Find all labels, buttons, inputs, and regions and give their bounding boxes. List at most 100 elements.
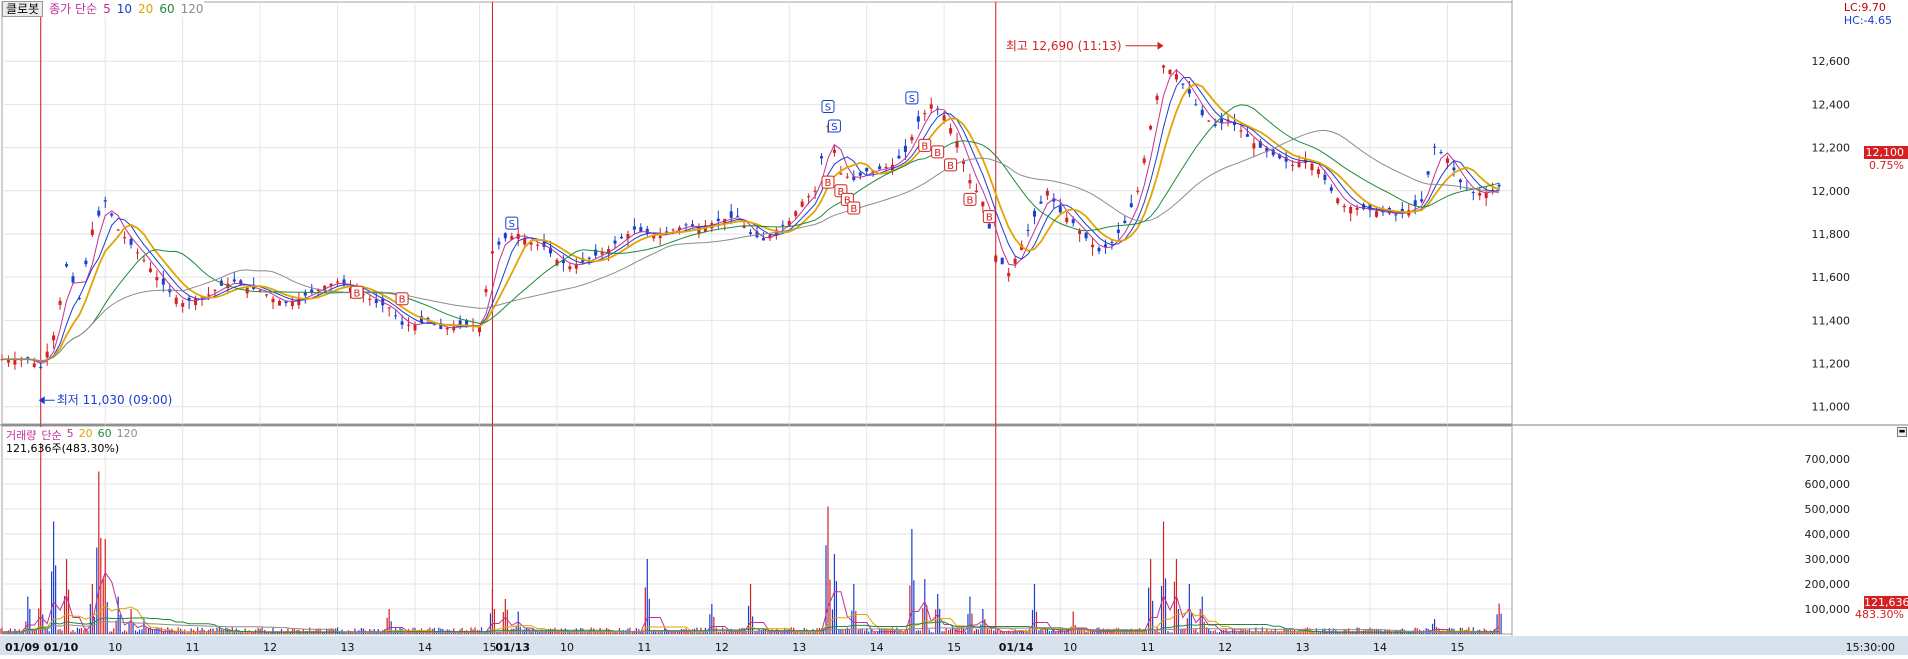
stock-chart[interactable]: 11,000 11,200 11,400 11,600 11,800 12,000 12,2… [0,0,1908,655]
time-tick-label: 13 [1296,641,1310,654]
volume-bar [657,631,659,634]
candle-body [32,363,36,367]
volume-bar [504,599,506,634]
candle-body [1316,169,1320,175]
candle-body [1349,206,1353,214]
volume-bar [853,584,855,634]
buy-signal-label: B [934,148,941,159]
volume-bar [190,628,192,634]
candle-body [136,252,140,254]
volume-bar [177,627,179,634]
candle-body [1374,211,1378,217]
candle-body [90,229,94,236]
buy-signal-label: B [353,288,360,299]
volume-bar [1356,627,1358,634]
sell-signal-label: S [831,122,837,133]
volume-bar [74,631,76,634]
buy-signal-label: B [399,295,406,306]
candle-body [658,236,662,239]
candle-body [1142,158,1146,163]
low-annotation: 최저 11,030 (09:00) [57,393,173,407]
minimize-icon[interactable]: ▬ [1897,427,1907,437]
candle-body [239,280,243,285]
volume-bar [1085,632,1087,634]
volume-bar [1148,587,1150,634]
volume-bar [724,631,726,634]
volume-bar [605,627,608,634]
candle-body [174,297,178,304]
candle-body [1471,192,1475,194]
volume-bar [993,630,995,634]
candle-body [103,200,107,202]
volume-bar [988,629,990,634]
ma-5-label: 5 [103,2,111,16]
ma-20-label: 20 [138,2,154,16]
volume-bar [175,632,177,634]
sell-signal-label: S [509,219,515,230]
volume-bar [362,628,364,634]
volume-bar [977,629,980,634]
buy-signal-label: B [825,178,832,189]
volume-bar [109,631,111,634]
volume-bar [1154,630,1156,634]
buy-signal-label: B [921,141,928,152]
candle-body [1433,146,1437,148]
candle-body [213,290,217,292]
candle-body [310,289,314,293]
price-tick-label: 11,800 [1812,228,1851,241]
volume-bar [717,632,719,634]
candle-body [445,327,449,330]
volume-bar [141,629,143,634]
sell-signal-label: S [909,94,915,105]
volume-bar [272,627,274,634]
candle-body [981,201,985,207]
volume-bar [990,628,992,634]
volume-bar [134,630,137,634]
candle-body [129,238,133,245]
volume-bar [78,628,81,634]
price-legend: 클로봇 종가 단순 5 10 20 60 120 [2,1,204,17]
volume-bar [986,628,988,634]
volume-bar [59,628,61,634]
volume-bar [136,631,139,634]
candle-body [1336,198,1340,204]
volume-bar [1160,585,1163,634]
volume-bar [1033,584,1036,634]
time-tick-label: 14 [1373,641,1387,654]
candle-body [303,292,307,296]
volume-bar [911,529,913,634]
volume-bar [122,631,124,634]
upper-limit: LC:9.70 [1843,1,1886,14]
candle-body [865,167,869,172]
volume-bar [433,627,435,634]
candle-body [1439,152,1443,154]
volume-bar [1416,628,1418,634]
volume-bar [1077,627,1079,634]
candle-body [1149,125,1153,130]
time-tick-label: 10 [560,641,574,654]
volume-bar [132,623,134,634]
volume-bar [773,632,775,634]
volume-bar [474,627,476,634]
candle-body [1207,120,1211,122]
candle-body [413,324,417,331]
buy-signal-label: B [986,213,993,224]
volume-bar [509,630,511,634]
volume-bar [493,608,496,634]
candle-body [1413,200,1417,206]
item-name-button[interactable]: 클로봇 [2,1,44,17]
candle-body [1181,83,1185,85]
current-price-tag: 12,100 [1864,146,1908,159]
volume-bar [646,559,648,634]
ma-60-label: 60 [159,2,175,16]
chart-canvas[interactable]: 11,000 11,200 11,400 11,600 11,800 12,000 12,2… [0,0,1908,655]
candle-body [368,298,372,300]
volume-bar [42,614,44,634]
volume-bar [35,630,37,634]
volume-bar [846,627,848,634]
volume-bar [53,521,55,634]
time-tick-label: 01/10 [44,641,79,654]
volume-bar [754,631,756,634]
candle-body [45,351,49,358]
volume-bar [225,627,227,634]
